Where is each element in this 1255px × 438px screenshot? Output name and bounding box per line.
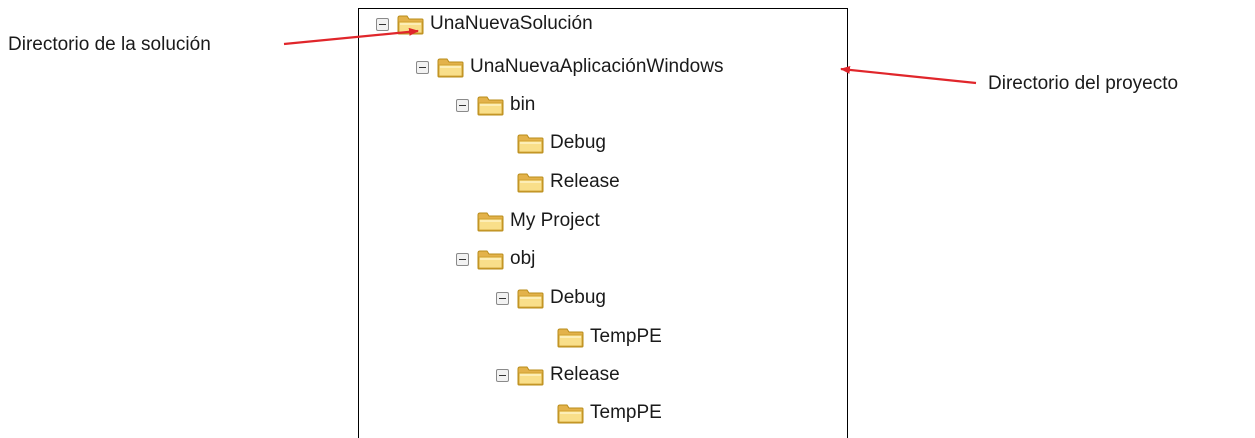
- node-label: TempPE: [590, 402, 662, 423]
- folder-icon: [517, 173, 544, 193]
- folder-icon: [437, 58, 464, 78]
- tree-node-bin-debug[interactable]: Debug: [517, 127, 606, 159]
- node-label: Debug: [550, 132, 606, 153]
- folder-icon: [517, 134, 544, 154]
- collapse-icon[interactable]: [456, 98, 469, 112]
- folder-icon: [477, 250, 504, 270]
- tree-node-my-project[interactable]: My Project: [477, 205, 600, 237]
- node-label: Release: [550, 171, 620, 192]
- folder-icon: [477, 212, 504, 232]
- tree-node-obj[interactable]: obj: [456, 243, 535, 275]
- collapse-icon[interactable]: [456, 252, 469, 266]
- folder-icon: [397, 15, 424, 35]
- node-label: TempPE: [590, 326, 662, 347]
- tree-node-obj-release[interactable]: Release: [496, 359, 620, 391]
- node-label: My Project: [510, 210, 600, 231]
- arrow-to-project: [840, 65, 977, 85]
- folder-icon: [517, 366, 544, 386]
- tree-node-solution[interactable]: UnaNuevaSolución: [376, 8, 593, 40]
- node-label: obj: [510, 248, 536, 269]
- tree-node-obj-release-temppe[interactable]: TempPE: [557, 397, 662, 429]
- tree-node-bin[interactable]: bin: [456, 89, 535, 121]
- collapse-icon[interactable]: [496, 291, 509, 305]
- tree-node-obj-debug[interactable]: Debug: [496, 282, 606, 314]
- folder-icon: [557, 328, 584, 348]
- node-label: Release: [550, 364, 620, 385]
- folder-icon: [557, 404, 584, 424]
- collapse-icon[interactable]: [496, 368, 509, 382]
- node-label: Debug: [550, 287, 606, 308]
- folder-icon: [477, 96, 504, 116]
- tree-node-obj-debug-temppe[interactable]: TempPE: [557, 321, 662, 353]
- folder-icon: [517, 289, 544, 309]
- node-label: bin: [510, 94, 536, 115]
- tree-node-bin-release[interactable]: Release: [517, 166, 620, 198]
- node-label: UnaNuevaAplicaciónWindows: [470, 56, 724, 77]
- callout-project-dir: Directorio del proyecto: [988, 73, 1179, 94]
- collapse-icon[interactable]: [376, 17, 389, 31]
- callout-solution-dir: Directorio de la solución: [8, 34, 211, 55]
- tree-node-project[interactable]: UnaNuevaAplicaciónWindows: [416, 51, 723, 83]
- node-label: UnaNuevaSolución: [430, 13, 593, 34]
- collapse-icon[interactable]: [416, 60, 429, 74]
